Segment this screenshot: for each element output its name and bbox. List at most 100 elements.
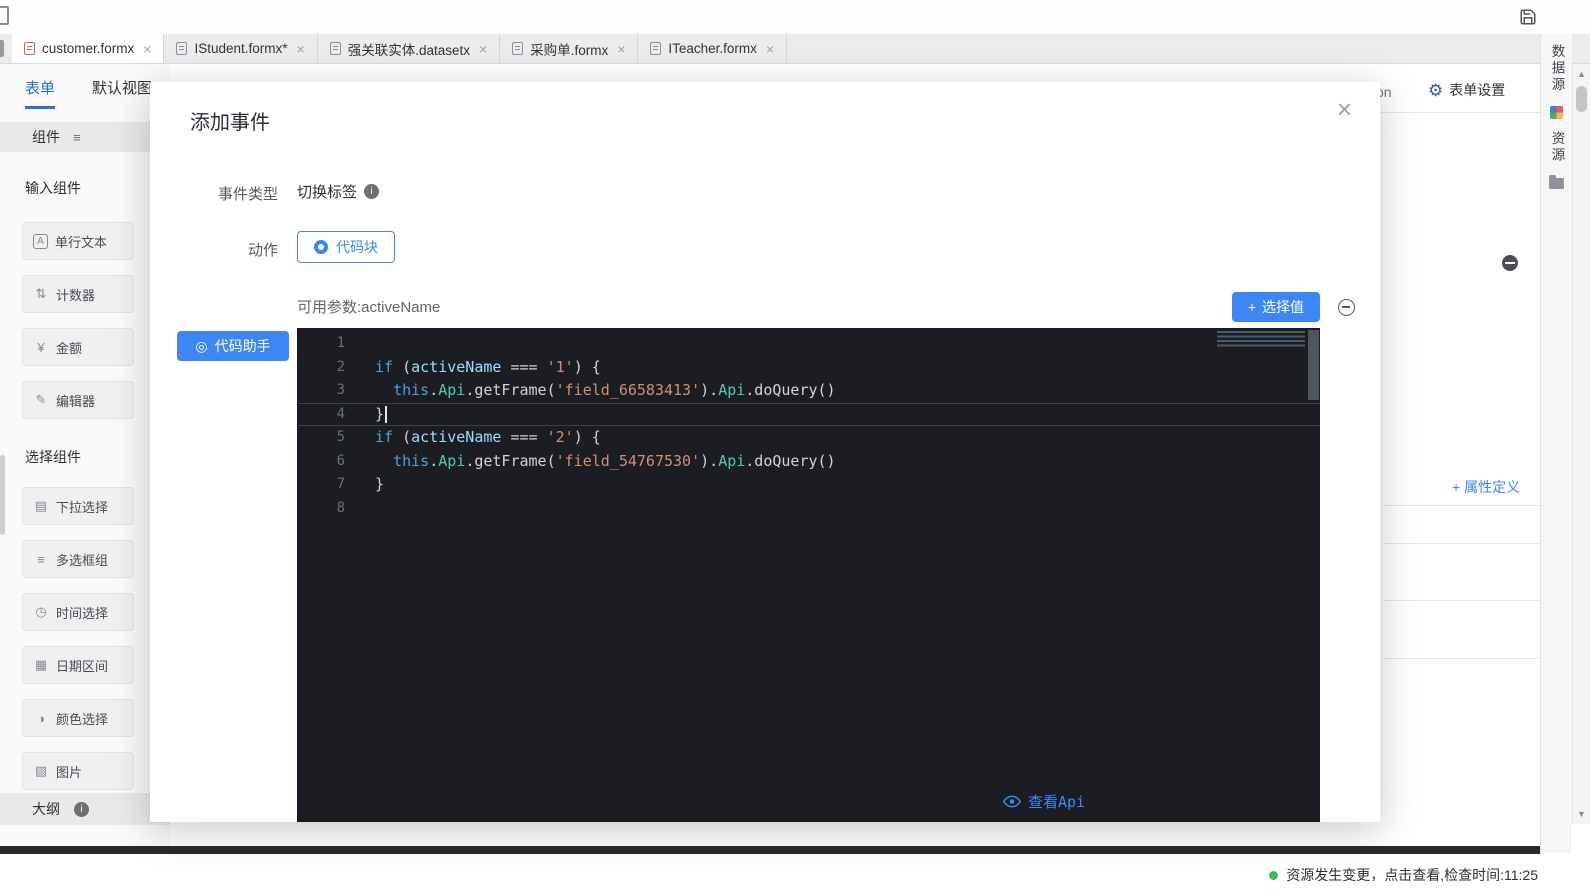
code-line[interactable]: 5if (activeName === '2') { <box>297 426 1320 450</box>
group-title-select: 选择组件 <box>25 447 81 467</box>
tab-label: 采购单.formx <box>530 39 608 59</box>
component-checkbox-group[interactable]: ≡ 多选框组 <box>22 540 134 578</box>
view-api-label: 查看Api <box>1028 791 1085 812</box>
save-button[interactable] <box>1518 7 1538 27</box>
page-scrollbar[interactable]: ▲ ▼ <box>1572 64 1590 824</box>
tab-customer-formx[interactable]: customer.formx × <box>12 34 164 63</box>
page-scrollbar-thumb[interactable] <box>1576 86 1587 112</box>
tab-label: ITeacher.formx <box>668 41 757 56</box>
form-file-icon <box>24 42 35 55</box>
status-message[interactable]: 资源发生变更，点击查看,检查时间:11:25 <box>1286 865 1538 885</box>
scroll-up-arrow[interactable]: ▲ <box>1573 69 1590 79</box>
component-date-range[interactable]: ▦ 日期区间 <box>22 646 134 684</box>
code-line[interactable]: 7} <box>297 473 1320 497</box>
component-label: 时间选择 <box>56 603 108 622</box>
clock-icon: ◷ <box>33 604 49 620</box>
close-icon[interactable]: × <box>297 42 305 56</box>
code-helper-label: 代码助手 <box>215 336 271 356</box>
component-counter[interactable]: ⇅ 计数器 <box>22 275 134 313</box>
code-line[interactable]: 1 <box>297 332 1320 356</box>
info-icon[interactable]: i <box>74 802 89 817</box>
resource-grid-icon[interactable] <box>1550 106 1563 119</box>
action-label: 动作 <box>150 239 278 260</box>
view-api-link[interactable]: 查看Api <box>1003 791 1085 812</box>
property-row-divider <box>1384 543 1540 544</box>
tab-istudent-formx[interactable]: IStudent.formx* × <box>164 34 317 63</box>
line-number: 4 <box>297 403 345 427</box>
component-time-picker[interactable]: ◷ 时间选择 <box>22 593 134 631</box>
tab-label: 强关联实体.datasetx <box>348 39 470 59</box>
menu-icon[interactable]: ≡ <box>73 130 81 145</box>
component-label: 日期区间 <box>56 656 108 675</box>
code-line[interactable]: 4} <box>297 403 1320 427</box>
component-panel: 表单 默认视图 组件 ≡ 输入组件 A 单行文本 ⇅ 计数器 ¥ 金额 ✎ 编辑… <box>0 64 170 846</box>
status-bar: 资源发生变更，点击查看,检查时间:11:25 <box>0 854 1590 896</box>
component-amount[interactable]: ¥ 金额 <box>22 328 134 366</box>
close-icon[interactable]: × <box>617 42 625 56</box>
code-block-radio[interactable]: 代码块 <box>297 231 395 263</box>
line-number: 8 <box>297 497 345 521</box>
property-row-divider <box>1384 658 1540 659</box>
save-icon <box>1519 8 1537 26</box>
collapse-minus-icon[interactable] <box>1502 255 1518 271</box>
close-icon[interactable]: × <box>479 42 487 56</box>
tab-default-view[interactable]: 默认视图 <box>92 77 152 109</box>
dialog-close-icon[interactable]: × <box>1337 96 1352 122</box>
component-label: 编辑器 <box>56 391 95 410</box>
info-icon[interactable]: i <box>364 184 379 199</box>
component-color-picker[interactable]: ◑ 颜色选择 <box>22 699 134 737</box>
tab-dataset[interactable]: 强关联实体.datasetx × <box>318 34 500 63</box>
dialog-title: 添加事件 <box>190 106 270 135</box>
component-label: 计数器 <box>56 285 95 304</box>
code-line[interactable]: 6 this.Api.getFrame('field_54767530').Ap… <box>297 450 1320 474</box>
form-file-icon <box>512 42 523 55</box>
editor-minimap[interactable] <box>1217 331 1305 348</box>
code-line[interactable]: 8 <box>297 497 1320 521</box>
form-settings-label: 表单设置 <box>1449 80 1505 100</box>
resource-panel-toggle[interactable]: 资源 <box>1547 131 1567 164</box>
form-file-icon <box>176 42 187 55</box>
form-file-icon <box>650 42 661 55</box>
code-editor[interactable]: 12if (activeName === '1') {3 this.Api.ge… <box>297 328 1320 822</box>
code-line[interactable]: 3 this.Api.getFrame('field_66583413').Ap… <box>297 379 1320 403</box>
folder-icon[interactable] <box>1549 178 1564 189</box>
close-icon[interactable]: × <box>766 42 774 56</box>
right-resource-strip: 数据源 资源 <box>1540 34 1572 854</box>
scroll-down-arrow[interactable]: ▼ <box>1573 809 1590 819</box>
component-image[interactable]: ▨ 图片 <box>22 752 134 790</box>
canvas-bottom-edge <box>0 846 1540 854</box>
add-property-link[interactable]: + 属性定义 <box>1452 477 1520 497</box>
status-green-dot <box>1269 871 1278 880</box>
event-type-value-row: 切换标签 i <box>297 181 379 202</box>
available-params-hint: 可用参数:activeName <box>297 296 440 317</box>
components-header-label: 组件 <box>32 127 60 147</box>
property-row-divider <box>1384 505 1540 506</box>
file-tab-bar: customer.formx × IStudent.formx* × 强关联实体… <box>0 34 1590 64</box>
datasource-panel-toggle[interactable]: 数据源 <box>1547 44 1567 94</box>
tab-iteacher-formx[interactable]: ITeacher.formx × <box>638 34 787 63</box>
component-editor[interactable]: ✎ 编辑器 <box>22 381 134 419</box>
tab-form[interactable]: 表单 <box>25 77 55 109</box>
outline-section-header[interactable]: 大纲 i <box>0 793 170 825</box>
remove-minus-icon[interactable] <box>1338 299 1355 316</box>
tab-purchase-formx[interactable]: 采购单.formx × <box>500 34 638 63</box>
select-value-button[interactable]: + 选择值 <box>1232 292 1320 322</box>
window-icon-partial <box>0 6 9 25</box>
dataset-file-icon <box>330 42 341 55</box>
editor-icon: ✎ <box>33 392 49 408</box>
component-dropdown[interactable]: ▤ 下拉选择 <box>22 487 134 525</box>
panel-scrollbar-thumb[interactable] <box>0 455 5 535</box>
checkbox-group-icon: ≡ <box>33 552 49 567</box>
code-line[interactable]: 2if (activeName === '1') { <box>297 356 1320 380</box>
property-row-divider <box>1384 600 1540 601</box>
close-icon[interactable]: × <box>143 42 151 56</box>
code-lines[interactable]: 12if (activeName === '1') {3 this.Api.ge… <box>297 332 1320 520</box>
code-helper-button[interactable]: ◎ 代码助手 <box>177 331 289 361</box>
editor-scrollbar-thumb[interactable] <box>1308 330 1319 400</box>
editor-scrollbar[interactable] <box>1307 328 1320 822</box>
form-settings-button[interactable]: ⚙ 表单设置 <box>1428 80 1505 100</box>
title-bar <box>0 0 1590 34</box>
text-icon: A <box>33 234 48 249</box>
component-single-line-text[interactable]: A 单行文本 <box>22 222 134 260</box>
assistant-icon: ◎ <box>195 339 207 353</box>
